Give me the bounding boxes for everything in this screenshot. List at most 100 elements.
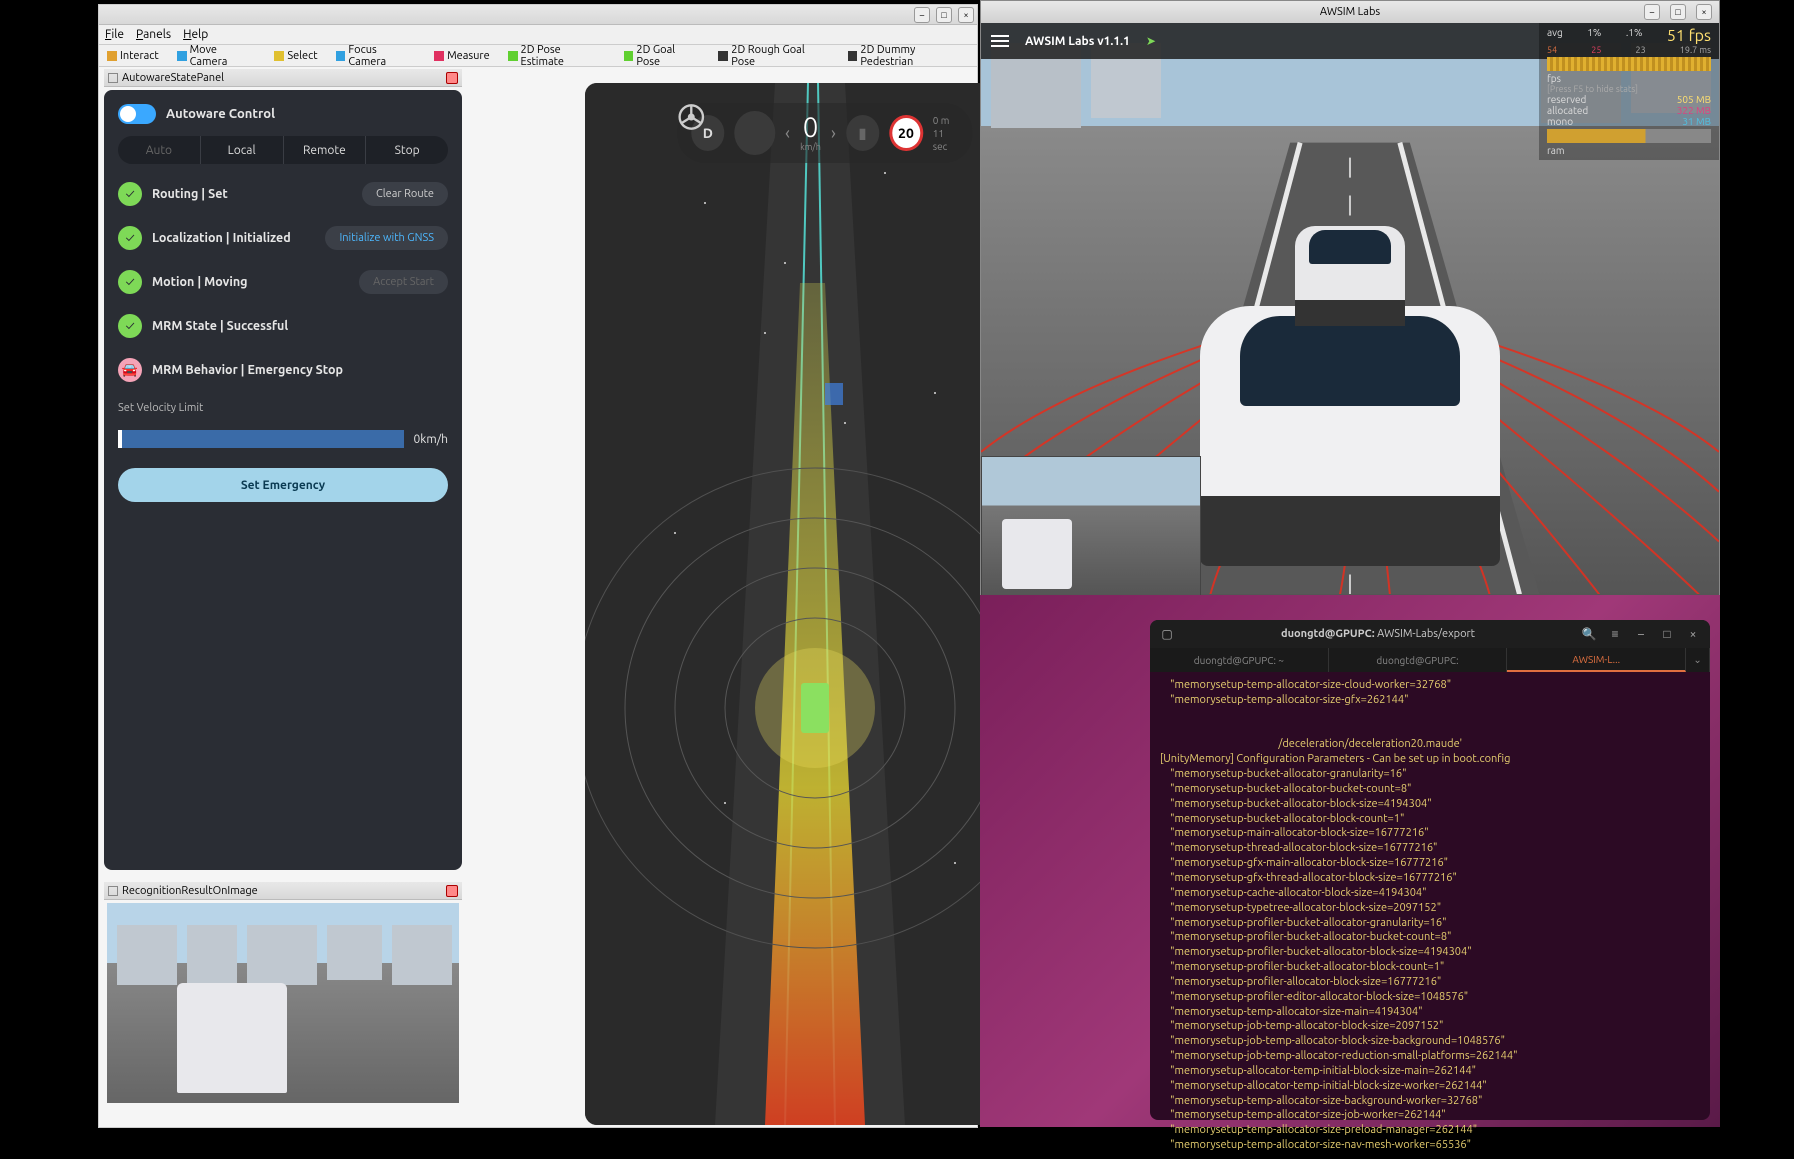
clear-route-button[interactable]: Clear Route [362,182,448,206]
panel-icon [108,886,118,896]
new-tab-icon[interactable]: ▢ [1158,625,1176,643]
menu-help[interactable]: Help [183,28,208,41]
localization-status: Localization | Initialized [152,231,315,245]
awsim-title-text: AWSIM Labs [1320,6,1380,18]
arrow-icon [624,51,634,61]
tool-dummy-pedestrian[interactable]: 2D Dummy Pedestrian [844,43,973,69]
recognition-image [107,903,459,1103]
autoware-state-panel: Autoware Control Auto Local Remote Stop … [104,90,462,870]
hud-distance-time: 0 m 11 sec [933,114,959,153]
terminal-output[interactable]: "memorysetup-temp-allocator-size-cloud-w… [1150,672,1710,1159]
terminal-titlebar[interactable]: ▢ duongtd@GPUPC: AWSIM-Labs/export 🔍 ≡ –… [1150,620,1710,648]
init-gnss-button[interactable]: Initialize with GNSS [325,226,448,250]
perf-stats-overlay: avg1%.1%51 fps 54252319.7 ms fps [Press … [1539,23,1719,160]
cursor-icon [107,51,117,61]
arrow-icon [508,51,518,61]
awsim-pip-camera [981,456,1201,596]
minimize-button[interactable]: – [914,7,930,23]
state-panel-title: AutowareStatePanel [122,72,224,84]
mrm-state-status: MRM State | Successful [152,319,448,333]
rviz-window: – □ × File Panels Help Interact Move Cam… [98,4,978,1128]
recog-panel-header[interactable]: RecognitionResultOnImage [104,882,462,900]
lead-vehicle [1295,226,1405,326]
panel-close-button[interactable] [446,72,458,84]
speed-display: 0 km/h [800,114,821,152]
pin-icon [718,51,728,61]
check-icon: ✓ [118,182,142,206]
tool-goal-pose[interactable]: 2D Goal Pose [620,43,705,69]
check-icon: ✓ [118,270,142,294]
set-emergency-button[interactable]: Set Emergency [118,468,448,502]
rviz-titlebar[interactable]: – □ × [99,5,977,25]
fps-label: fps [1547,73,1561,84]
prev-arrow-icon[interactable]: ‹ [785,123,790,143]
cursor-arrow-icon: ➤ [1146,34,1156,48]
tool-move-camera[interactable]: Move Camera [173,43,261,69]
fps-value: 51 fps [1667,27,1711,45]
hamburger-icon[interactable]: ≡ [1606,625,1624,643]
steering-wheel-icon [734,111,775,155]
ram-bar [1547,129,1711,143]
terminal-tab-dropdown[interactable]: ⌄ [1686,648,1710,672]
terminal-tab-3[interactable]: AWSIM-L... [1507,648,1686,672]
panel-icon [108,73,118,83]
stats-hint: [Press F5 to hide stats] [1547,84,1711,94]
maximize-button[interactable]: □ [1670,4,1686,20]
tool-rough-goal-pose[interactable]: 2D Rough Goal Pose [714,43,833,69]
mode-remote[interactable]: Remote [284,136,367,164]
accept-start-button[interactable]: Accept Start [359,270,448,294]
awsim-viewport[interactable]: AWSIM Labs v1.1.1 ➤ avg1%.1%51 fps 54252… [981,23,1719,596]
velocity-value: 0km/h [414,433,448,446]
vehicle-hud: D ‹ 0 km/h › ▮ 20 0 m 11 sec [677,103,972,163]
mrm-behavior-status: MRM Behavior | Emergency Stop [152,363,448,377]
menu-panels[interactable]: Panels [136,28,171,41]
rviz-toolbar: Interact Move Camera Select Focus Camera… [99,45,977,67]
select-icon [274,51,284,61]
mode-stop[interactable]: Stop [366,136,448,164]
maximize-button[interactable]: □ [1658,625,1676,643]
tool-select[interactable]: Select [270,49,321,63]
terminal-tab-1[interactable]: duongtd@GPUPC: ~ [1150,648,1329,672]
menu-icon[interactable] [991,35,1009,47]
panel-close-button[interactable] [446,885,458,897]
recog-panel-title: RecognitionResultOnImage [122,885,258,897]
menu-file[interactable]: File [105,28,124,41]
ram-label: ram [1547,145,1565,156]
close-button[interactable]: × [1696,4,1712,20]
terminal-title: duongtd@GPUPC: AWSIM-Labs/export [1184,628,1572,640]
routing-status: Routing | Set [152,187,352,201]
maximize-button[interactable]: □ [936,7,952,23]
awsim-window: AWSIM Labs – □ × [980,0,1720,595]
move-icon [177,51,187,61]
tool-focus-camera[interactable]: Focus Camera [332,43,421,69]
terminal-tab-2[interactable]: duongtd@GPUPC: [1329,648,1508,672]
minimize-button[interactable]: – [1644,4,1660,20]
traffic-icon: ▮ [846,115,879,151]
autoware-control-toggle[interactable] [118,104,156,124]
mode-auto[interactable]: Auto [118,136,201,164]
awsim-titlebar[interactable]: AWSIM Labs – □ × [981,1,1719,23]
check-icon: ✓ [118,314,142,338]
tool-measure[interactable]: Measure [430,49,494,63]
measure-icon [434,51,444,61]
close-button[interactable]: × [958,7,974,23]
check-icon: ✓ [118,226,142,250]
tool-pose-estimate[interactable]: 2D Pose Estimate [504,43,610,69]
next-arrow-icon[interactable]: › [831,123,836,143]
desktop-wallpaper: ▢ duongtd@GPUPC: AWSIM-Labs/export 🔍 ≡ –… [980,595,1720,1127]
focus-icon [336,51,346,61]
tool-interact[interactable]: Interact [103,49,163,63]
fps-bar [1547,57,1711,71]
close-button[interactable]: × [1684,625,1702,643]
mode-local[interactable]: Local [201,136,284,164]
velocity-slider[interactable] [118,430,404,448]
minimize-button[interactable]: – [1632,625,1650,643]
state-panel-header[interactable]: AutowareStatePanel [104,69,462,87]
terminal-window: ▢ duongtd@GPUPC: AWSIM-Labs/export 🔍 ≡ –… [1150,620,1710,1120]
speed-limit-sign: 20 [889,115,923,151]
vehicle [1200,306,1500,566]
autoware-control-label: Autoware Control [166,107,275,121]
search-icon[interactable]: 🔍 [1580,625,1598,643]
mode-segment: Auto Local Remote Stop [118,136,448,164]
awsim-version: AWSIM Labs v1.1.1 [1025,35,1130,48]
